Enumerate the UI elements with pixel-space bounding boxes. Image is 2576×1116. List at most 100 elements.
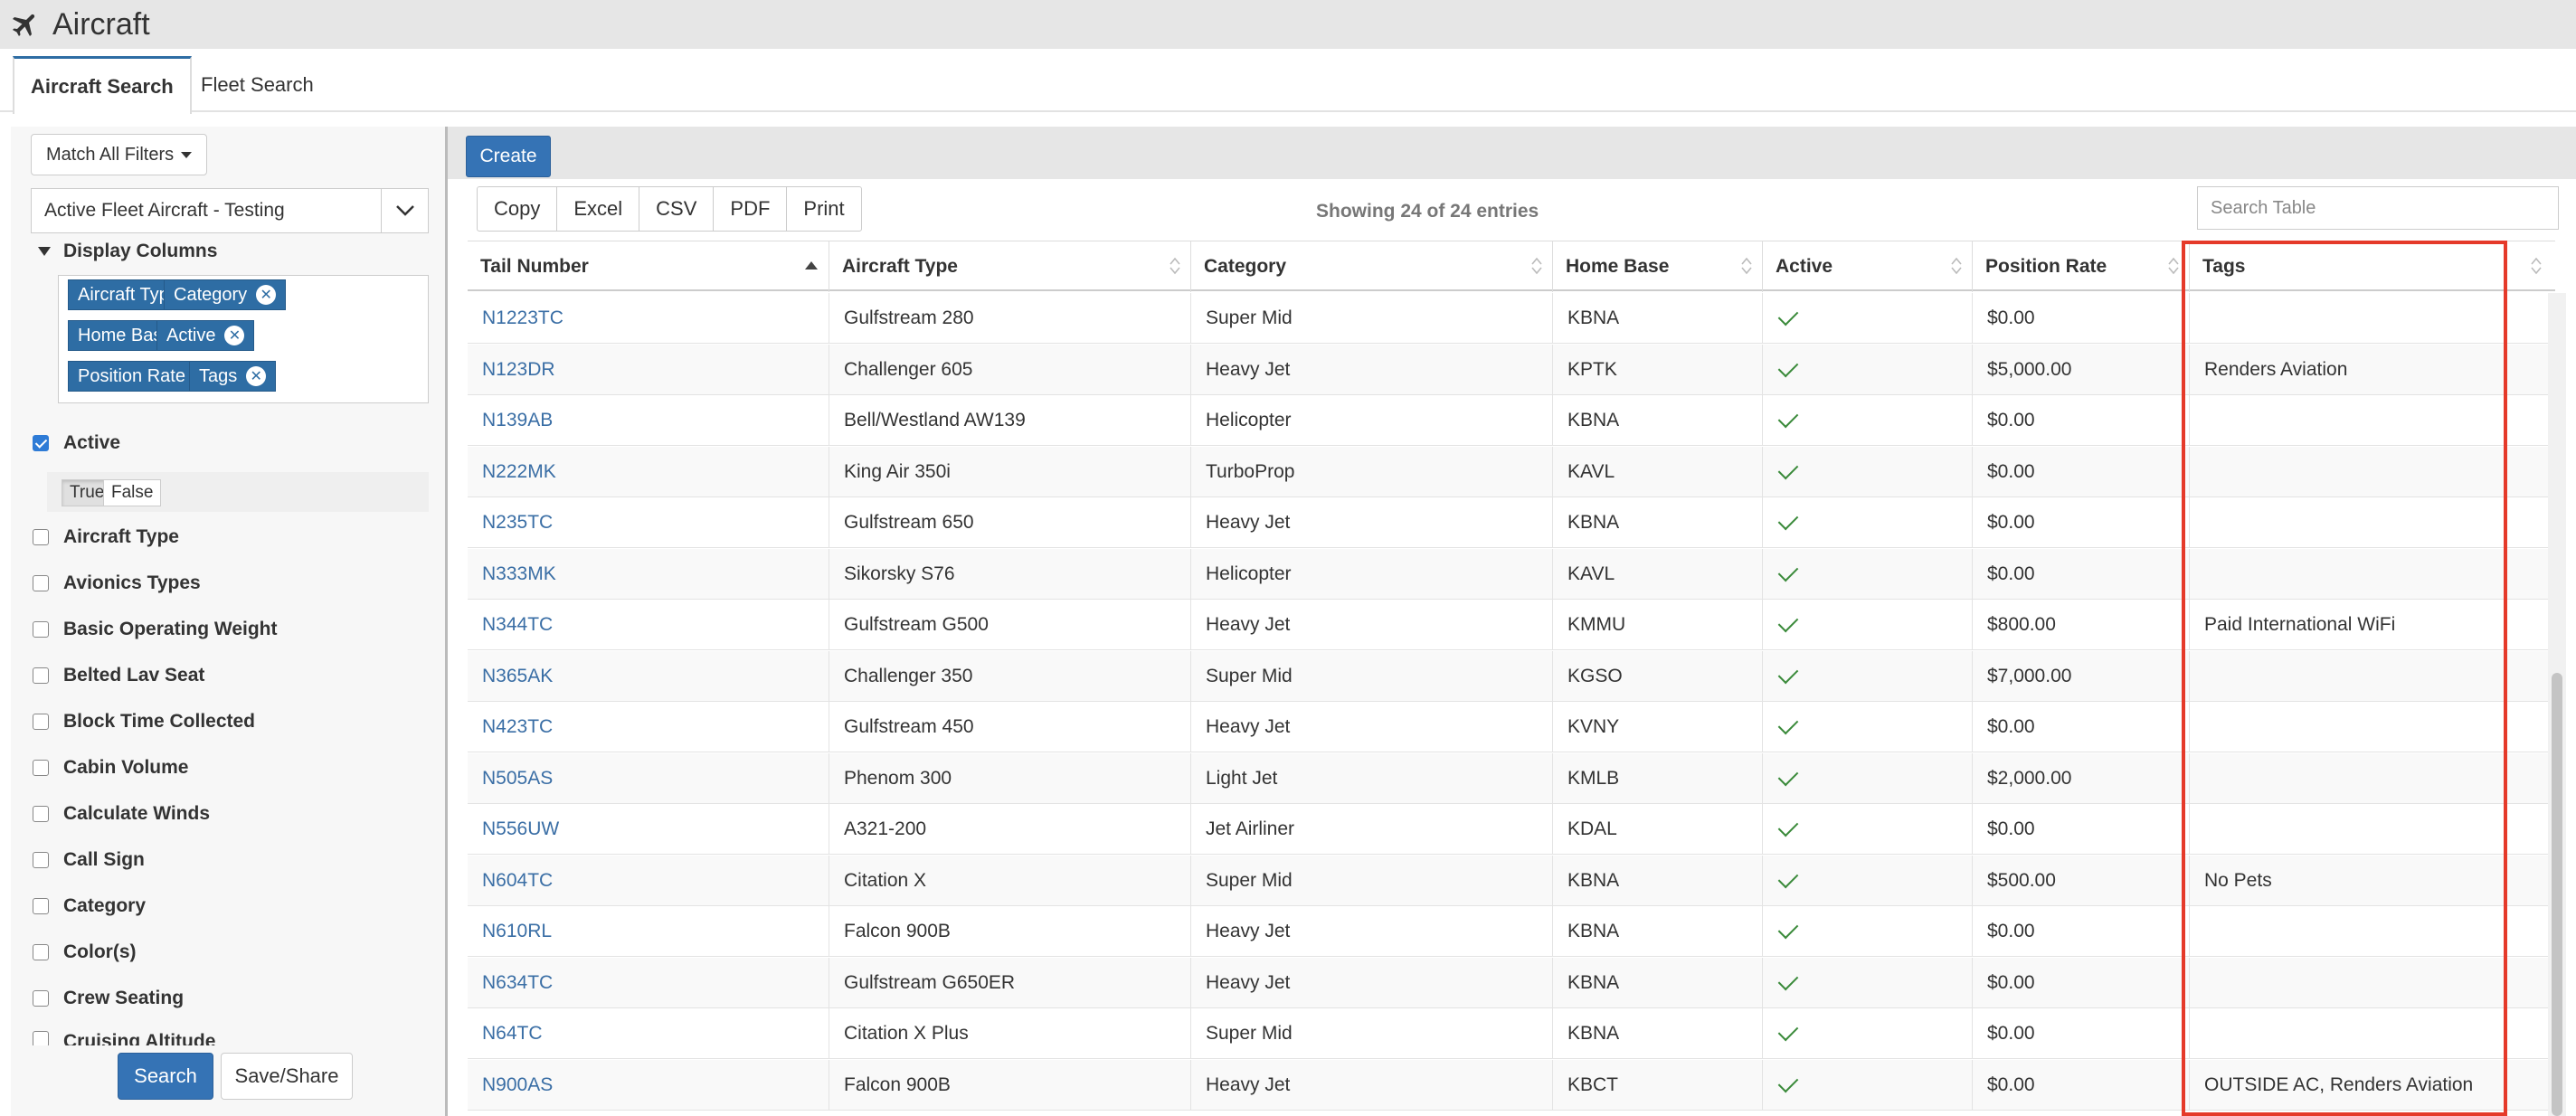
cell-active: [1763, 855, 1973, 906]
pdf-button[interactable]: PDF: [714, 187, 788, 231]
filter-checkbox[interactable]: [33, 806, 49, 822]
tab-aircraft-search[interactable]: Aircraft Search: [13, 56, 192, 114]
cell-category: Jet Airliner: [1191, 804, 1553, 855]
chevron-down-icon[interactable]: [381, 189, 428, 232]
cell-tail-number[interactable]: N333MK: [468, 548, 829, 600]
filter-checkbox[interactable]: [33, 529, 49, 545]
display-columns-toggle[interactable]: Display Columns: [38, 241, 217, 262]
save-share-button[interactable]: Save/Share: [221, 1053, 353, 1100]
filter-checkbox[interactable]: [33, 621, 49, 638]
filter-option[interactable]: Calculate Winds: [33, 803, 210, 825]
saved-search-select[interactable]: Active Fleet Aircraft - Testing: [31, 188, 429, 233]
filter-option[interactable]: Avionics Types: [33, 572, 201, 594]
cell-tail-number[interactable]: N1223TC: [468, 293, 829, 344]
table-row[interactable]: N505AS Phenom 300 Light Jet KMLB $2,000.00: [468, 752, 2555, 804]
table-row[interactable]: N1223TC Gulfstream 280 Super Mid KBNA $0.00: [468, 293, 2555, 344]
create-button[interactable]: Create: [466, 136, 551, 177]
column-header-active[interactable]: Active: [1763, 241, 1973, 292]
filter-checkbox[interactable]: [33, 1031, 49, 1045]
match-filters-dropdown[interactable]: Match All Filters: [31, 134, 208, 175]
table-row[interactable]: N139AB Bell/Westland AW139 Helicopter KBNA $…: [468, 395, 2555, 446]
column-header-category[interactable]: Category: [1191, 241, 1553, 292]
filter-option[interactable]: Category: [33, 895, 146, 917]
filter-option[interactable]: Basic Operating Weight: [33, 619, 278, 640]
filter-checkbox[interactable]: [33, 575, 49, 591]
column-header-home-base[interactable]: Home Base: [1553, 241, 1763, 292]
remove-chip-icon[interactable]: ✕: [246, 366, 267, 386]
copy-button[interactable]: Copy: [478, 187, 558, 231]
tab-fleet-search[interactable]: Fleet Search: [185, 56, 330, 114]
filter-option[interactable]: Aircraft Type: [33, 526, 179, 548]
filter-checkbox[interactable]: [33, 667, 49, 684]
filter-checkbox[interactable]: [33, 990, 49, 1007]
checkmark-icon: [1777, 867, 1799, 888]
table-row[interactable]: N365AK Challenger 350 Super Mid KGSO $7,000.…: [468, 650, 2555, 702]
active-checkbox[interactable]: [33, 435, 49, 451]
checkmark-icon: [1777, 1072, 1799, 1092]
filter-label: Calculate Winds: [63, 803, 211, 824]
column-header-tags[interactable]: Tags: [2190, 241, 2555, 292]
filter-active[interactable]: Active: [33, 432, 120, 454]
cell-tail-number[interactable]: N235TC: [468, 497, 829, 548]
cell-tail-number[interactable]: N365AK: [468, 650, 829, 702]
cell-tail-number[interactable]: N604TC: [468, 855, 829, 906]
cell-aircraft-type: Citation X Plus: [829, 1008, 1191, 1059]
false-button[interactable]: False: [103, 479, 162, 506]
cell-tail-number[interactable]: N344TC: [468, 600, 829, 650]
header-label: Position Rate: [1985, 256, 2107, 277]
table-row[interactable]: N900AS Falcon 900B Heavy Jet KBCT $0.00 OUTSI…: [468, 1059, 2555, 1111]
table-row[interactable]: N556UW A321-200 Jet Airliner KDAL $0.00: [468, 804, 2555, 855]
remove-chip-icon[interactable]: ✕: [224, 326, 245, 345]
header-label: Home Base: [1566, 256, 1670, 277]
table-row[interactable]: N344TC Gulfstream G500 Heavy Jet KMMU $800.0…: [468, 600, 2555, 650]
cell-tail-number[interactable]: N900AS: [468, 1059, 829, 1111]
column-header-aircraft-type[interactable]: Aircraft Type: [829, 241, 1191, 292]
column-header-position-rate[interactable]: Position Rate: [1973, 241, 2190, 292]
column-header-tail-number[interactable]: Tail Number: [468, 241, 829, 292]
table-row[interactable]: N123DR Challenger 605 Heavy Jet KPTK $5,000.…: [468, 344, 2555, 395]
cell-active: [1763, 344, 1973, 395]
table-row[interactable]: N235TC Gulfstream 650 Heavy Jet KBNA $0.00: [468, 497, 2555, 548]
filter-label: Cabin Volume: [63, 757, 189, 778]
filter-checkbox[interactable]: [33, 852, 49, 868]
csv-button[interactable]: CSV: [639, 187, 715, 231]
table-row[interactable]: N604TC Citation X Super Mid KBNA $500.00 No P…: [468, 855, 2555, 906]
cell-category: Heavy Jet: [1191, 957, 1553, 1008]
table-row[interactable]: N64TC Citation X Plus Super Mid KBNA $0.00: [468, 1008, 2555, 1059]
filter-option[interactable]: Crew Seating: [33, 988, 184, 1009]
cell-tail-number[interactable]: N610RL: [468, 906, 829, 957]
print-button[interactable]: Print: [787, 187, 860, 231]
cell-tail-number[interactable]: N139AB: [468, 395, 829, 446]
cell-tail-number[interactable]: N64TC: [468, 1008, 829, 1059]
table-row[interactable]: N222MK King Air 350i TurboProp KAVL $0.00: [468, 446, 2555, 497]
filter-option[interactable]: Cabin Volume: [33, 757, 188, 779]
cell-tail-number[interactable]: N505AS: [468, 752, 829, 804]
remove-chip-icon[interactable]: ✕: [256, 285, 277, 305]
cell-tail-number[interactable]: N222MK: [468, 446, 829, 497]
cell-tail-number[interactable]: N556UW: [468, 804, 829, 855]
display-columns-box[interactable]: Aircraft Type✕ Category✕ Home Base✕ Acti…: [58, 275, 429, 403]
table-row[interactable]: N610RL Falcon 900B Heavy Jet KBNA $0.00: [468, 906, 2555, 957]
cell-tags: [2190, 906, 2555, 957]
filter-option[interactable]: Call Sign: [33, 849, 145, 871]
filter-option[interactable]: Color(s): [33, 941, 137, 963]
cell-tail-number[interactable]: N123DR: [468, 344, 829, 395]
excel-button[interactable]: Excel: [557, 187, 640, 231]
table-row[interactable]: N634TC Gulfstream G650ER Heavy Jet KBNA $0.0…: [468, 957, 2555, 1008]
cell-category: Heavy Jet: [1191, 344, 1553, 395]
filter-checkbox[interactable]: [33, 714, 49, 730]
filter-checkbox[interactable]: [33, 898, 49, 914]
cell-tail-number[interactable]: N634TC: [468, 957, 829, 1008]
table-search-input[interactable]: [2197, 186, 2559, 230]
filter-option[interactable]: Block Time Collected: [33, 711, 255, 733]
search-button[interactable]: Search: [118, 1053, 213, 1100]
table-row[interactable]: N333MK Sikorsky S76 Helicopter KAVL $0.00: [468, 548, 2555, 600]
filter-checkbox[interactable]: [33, 760, 49, 776]
filter-checkbox[interactable]: [33, 944, 49, 960]
filter-option[interactable]: Belted Lav Seat: [33, 665, 204, 686]
table-scrollbar[interactable]: [2548, 293, 2566, 1116]
scrollbar-thumb[interactable]: [2552, 673, 2562, 1116]
cell-tail-number[interactable]: N423TC: [468, 702, 829, 752]
filter-option[interactable]: Cruising Altitude: [33, 1031, 215, 1045]
table-row[interactable]: N423TC Gulfstream 450 Heavy Jet KVNY $0.00: [468, 702, 2555, 752]
